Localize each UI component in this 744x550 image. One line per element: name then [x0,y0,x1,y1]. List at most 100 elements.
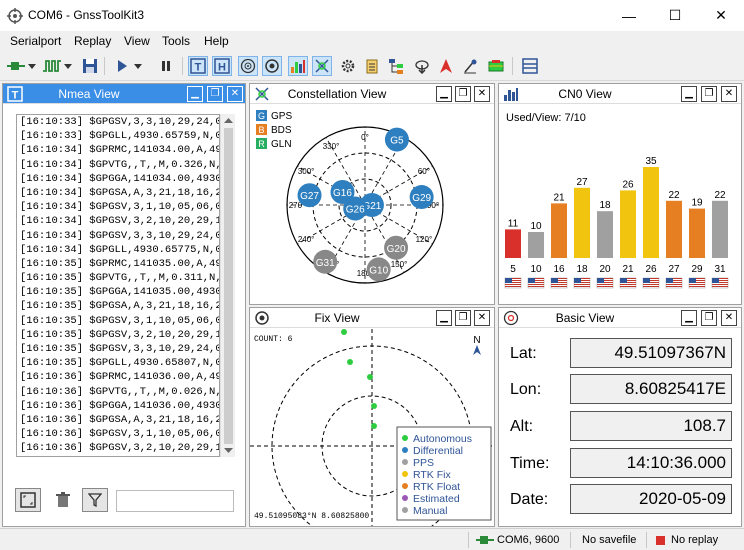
menu-help[interactable]: Help [204,34,229,48]
status-bar: COM6, 9600 No savefile No replay [0,528,744,550]
cn0-value-label: 21 [553,192,565,203]
panel-close-button[interactable]: ✕ [227,86,243,102]
svg-text:Differential: Differential [413,445,463,457]
cn0-sv-label: 26 [645,264,657,275]
cn0-chart-icon[interactable] [288,56,308,76]
nmea-line: [16:10:36] $GPGGA,141036.00,4930.658 [20,399,220,412]
nmea-line: [16:10:34] $GPGSV,3,3,10,29,24,082,29 [20,229,219,242]
basic-view-title: Basic View [555,311,615,325]
panel-restore-button[interactable]: ❐ [455,310,471,326]
layout-icon[interactable] [520,56,540,76]
play-dropdown-icon[interactable] [132,56,144,76]
pause-icon[interactable] [156,56,176,76]
toolbar: T H [0,52,744,81]
panel-close-button[interactable]: ✕ [474,310,490,326]
satellite-marker[interactable]: G29 [409,185,434,210]
cn0-bar [505,229,521,258]
satellite-marker[interactable]: G10 [366,257,391,282]
fix-view-icon[interactable] [262,56,282,76]
signal-dropdown-icon[interactable] [62,56,74,76]
panel-restore-button[interactable]: ❐ [701,86,717,102]
minimize-button[interactable]: — [606,0,652,31]
panel-minimize-button[interactable]: ▁ [681,310,697,326]
map-icon[interactable] [486,56,506,76]
satellite-marker[interactable]: G27 [297,183,322,208]
save-icon[interactable] [80,56,100,76]
azimuth-label: 0° [361,133,369,142]
clear-log-button[interactable] [50,488,76,512]
cn0-sv-label: 21 [622,264,634,275]
nmea-line: [16:10:36] $GPRMC,141036.00,A,4930.6 [20,371,220,384]
satellite-marker[interactable]: G31 [313,249,338,274]
svg-text:R: R [258,139,265,149]
svg-text:G5: G5 [390,136,404,147]
replay-status: No replay [671,534,719,546]
menu-view[interactable]: View [124,34,150,48]
trash-icon [56,492,70,507]
savefile-status: No savefile [582,534,637,546]
panel-minimize-button[interactable]: ▁ [436,86,452,102]
us-flag-icon [550,277,568,289]
cn0-sv-label: 27 [668,264,680,275]
date-value: 2020-05-09 [570,484,732,514]
satellite-marker[interactable]: G20 [384,235,409,260]
azimuth-label: 300° [298,167,315,176]
svg-text:Manual: Manual [413,505,447,517]
svg-text:N: N [473,335,480,346]
us-flag-icon [642,277,660,289]
fix-point [371,423,377,429]
close-button[interactable]: ✕ [698,0,744,31]
antenna-icon[interactable] [436,56,456,76]
cn0-value-label: 18 [599,200,611,211]
connect-dropdown-icon[interactable] [26,56,38,76]
maximize-button[interactable]: ☐ [652,0,698,31]
tree-icon[interactable] [386,56,406,76]
signal-tower-icon[interactable] [460,56,480,76]
play-icon[interactable] [112,56,132,76]
satellite-marker[interactable]: G5 [384,127,409,152]
scrollbar-arrows-icon [224,118,233,453]
settings-gear-icon[interactable] [338,56,358,76]
nmea-scrollbar[interactable] [220,114,235,457]
us-flag-icon [573,277,591,289]
menu-tools[interactable]: Tools [162,34,190,48]
fix-view-titlebar: Fix View ▁ ❐ ✕ [250,308,494,328]
panel-restore-button[interactable]: ❐ [455,86,471,102]
used-view-label: Used/View: 7/10 [506,112,586,124]
nmea-line: [16:10:35] $GPVTG,,T,,M,0.311,N,0.575 [20,272,219,285]
cn0-value-label: 22 [668,190,680,201]
azimuth-label: 240° [298,235,315,244]
svg-text:Autonomous: Autonomous [413,433,472,445]
panel-close-button[interactable]: ✕ [721,310,737,326]
menu-serialport[interactable]: Serialport [10,34,61,48]
constellation-legend-item: G GPS [256,110,292,122]
panel-minimize-button[interactable]: ▁ [436,310,452,326]
fix-legend-item: Autonomous [402,433,472,445]
text-view-icon[interactable]: T [188,56,208,76]
filter-input[interactable] [116,490,234,512]
basic-view-titlebar: Basic View ▁ ❐ ✕ [499,308,741,328]
signal-icon[interactable] [42,56,62,76]
panel-restore-button[interactable]: ❐ [701,310,717,326]
panel-restore-button[interactable]: ❐ [207,86,223,102]
cn0-sv-label: 31 [714,264,726,275]
satellite-marker[interactable]: G26 [343,196,368,221]
lat-value: 49.51097367N [570,338,732,368]
panel-minimize-button[interactable]: ▁ [187,86,203,102]
cloud-download-icon[interactable] [412,56,432,76]
cn0-sv-label: 20 [599,264,611,275]
hex-view-icon[interactable]: H [212,56,232,76]
window-title: COM6 - GnssToolKit3 [28,8,145,22]
menu-replay[interactable]: Replay [74,34,111,48]
crosshair-icon[interactable] [312,56,332,76]
panel-close-button[interactable]: ✕ [474,86,490,102]
clipboard-icon[interactable] [362,56,382,76]
constellation-icon[interactable] [238,56,258,76]
fit-view-button[interactable] [15,488,41,512]
filter-button[interactable] [82,488,108,512]
panel-close-button[interactable]: ✕ [721,86,737,102]
nmea-log-list[interactable]: [16:10:33] $GPGSV,3,3,10,29,24,082,29 [16… [16,114,220,457]
date-label: Date: [510,491,549,508]
panel-minimize-button[interactable]: ▁ [681,86,697,102]
connect-icon[interactable] [6,56,26,76]
